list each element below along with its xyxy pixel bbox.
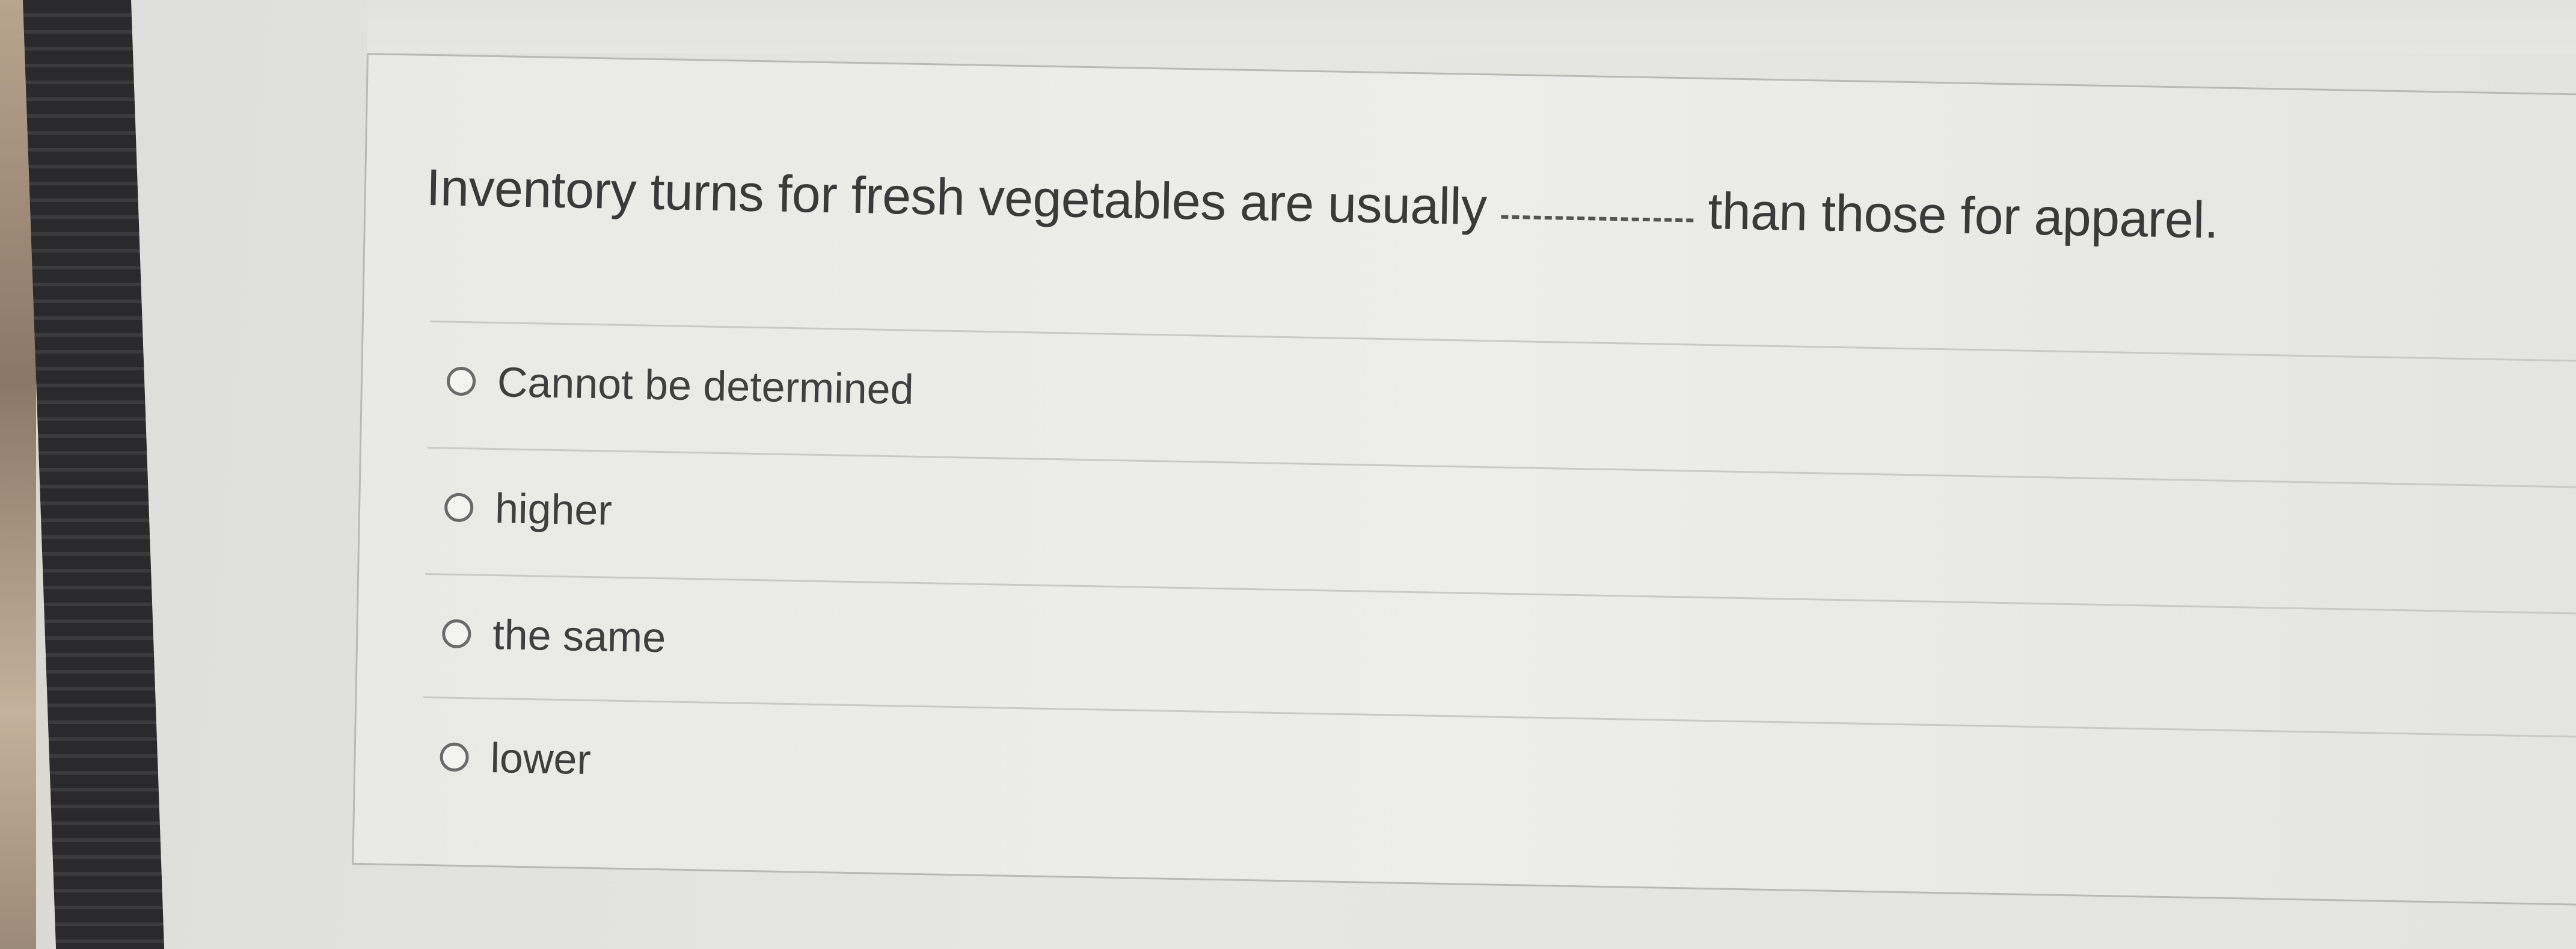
divider [425,573,2576,616]
option-the-same[interactable]: the same [441,609,666,662]
option-label: Cannot be determined [497,358,915,413]
question-text-before: Inventory turns for fresh vegetables are… [426,158,1488,236]
option-label: higher [494,485,613,534]
option-higher[interactable]: higher [444,484,612,535]
radio-button[interactable] [444,493,474,523]
question-text-after: than those for apparel. [1707,182,2219,250]
radio-button[interactable] [441,619,471,649]
divider [427,446,2576,490]
divider [429,320,2576,363]
option-label: lower [489,734,592,784]
divider [423,696,2576,739]
option-label: the same [492,611,666,662]
option-cannot-be-determined[interactable]: Cannot be determined [446,357,914,414]
option-lower[interactable]: lower [440,732,592,784]
radio-button[interactable] [440,742,470,772]
page-top-area [367,0,2576,53]
question-text: Inventory turns for fresh vegetables are… [426,158,2219,251]
radio-button[interactable] [446,366,476,396]
answer-blank [1501,215,1694,223]
question-panel: Inventory turns for fresh vegetables are… [352,53,2576,906]
